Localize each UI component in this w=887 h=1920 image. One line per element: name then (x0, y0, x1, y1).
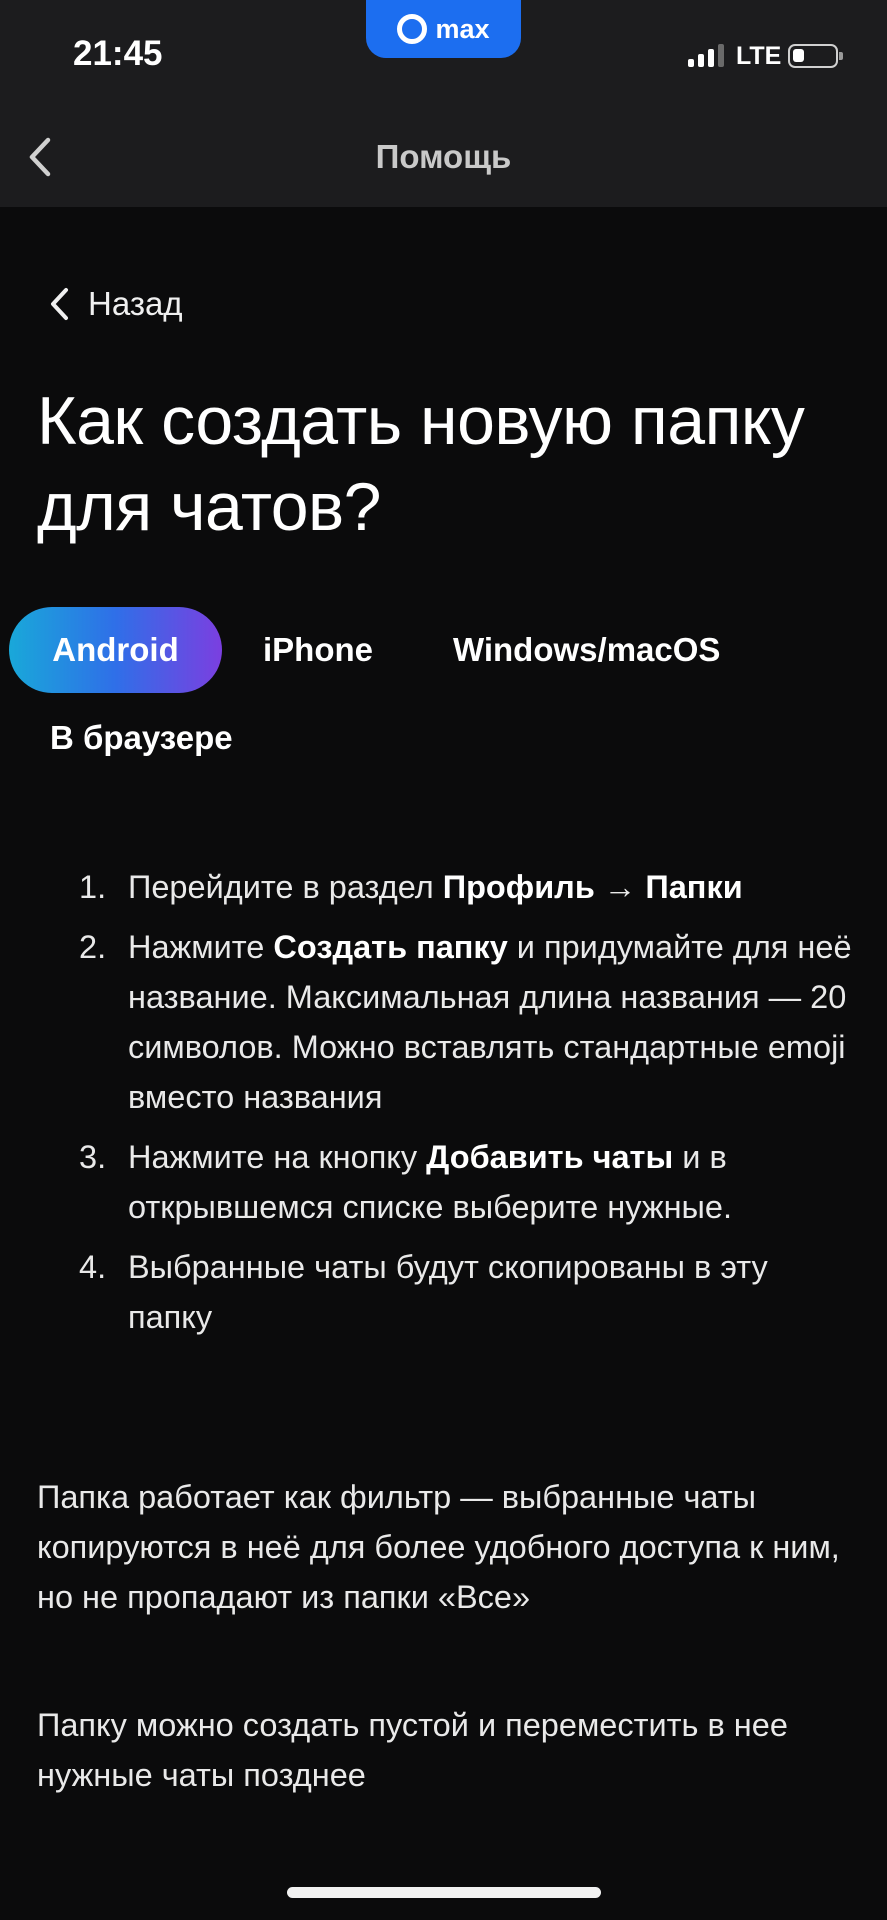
battery-icon (788, 44, 843, 68)
home-indicator[interactable] (287, 1887, 601, 1898)
tab-windows-macos[interactable]: Windows/macOS (453, 607, 720, 693)
back-link[interactable]: Назад (46, 285, 183, 323)
step-number: 2. (79, 929, 107, 965)
network-type: LTE (736, 42, 782, 70)
max-logo-icon (397, 14, 428, 44)
tab-android-label: Android (52, 631, 179, 668)
status-bar: 21:45 max LTE (0, 0, 887, 110)
tab-android[interactable]: Android (9, 607, 222, 693)
tab-browser[interactable]: В браузере (50, 695, 233, 781)
max-app-badge[interactable]: max (366, 0, 521, 58)
step-item: 4. Выбранные чаты будут скопированы в эт… (75, 1242, 855, 1342)
back-link-label: Назад (88, 285, 183, 322)
signal-icon (688, 44, 724, 67)
nav-title: Помощь (375, 138, 512, 175)
tab-browser-label: В браузере (50, 719, 233, 756)
tab-iphone-label: iPhone (263, 631, 374, 668)
step-number: 3. (79, 1139, 107, 1175)
info-paragraph: Папка работает как фильтр — выбранные ча… (37, 1479, 840, 1615)
step-item: 1. Перейдите в раздел Профиль → Папки (75, 862, 855, 912)
step-number: 1. (79, 869, 107, 905)
status-time: 21:45 (73, 34, 163, 73)
tab-windows-label: Windows/macOS (453, 631, 721, 668)
step-item: 3. Нажмите на кнопку Добавить чаты и в о… (75, 1132, 855, 1232)
steps-list: 1. Перейдите в раздел Профиль → Папки 2.… (75, 862, 855, 1352)
step-number: 4. (79, 1249, 107, 1285)
page-title: Как создать новую папку для чатов? (37, 383, 805, 545)
tab-iphone[interactable]: iPhone (263, 607, 373, 693)
step-item: 2. Нажмите Создать папку и придумайте дл… (75, 922, 855, 1122)
navigation-bar: Помощь (0, 110, 887, 207)
back-chevron-icon (51, 288, 68, 320)
max-badge-label: max (435, 13, 490, 44)
info-paragraph: Папку можно создать пустой и переместить… (37, 1707, 788, 1793)
